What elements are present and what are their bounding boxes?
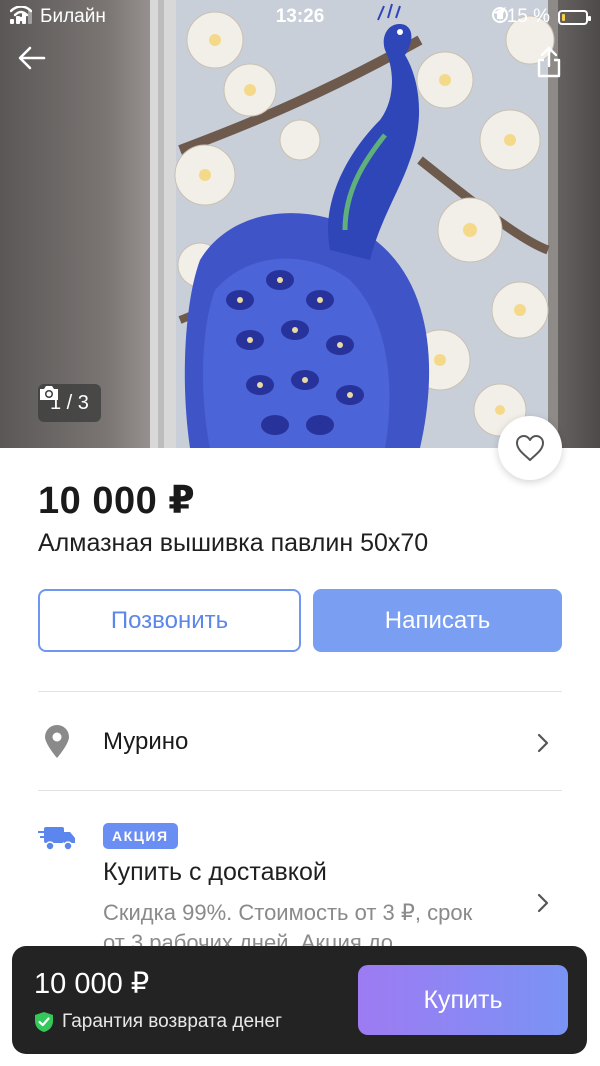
delivery-truck-icon <box>38 827 75 851</box>
location-name: Мурино <box>103 728 189 755</box>
bottom-price: 10 000 ₽ <box>34 968 150 1000</box>
battery-level <box>562 13 565 21</box>
location-row[interactable] <box>0 692 600 790</box>
money-back-guarantee: Гарантия возврата денег <box>34 1011 282 1033</box>
listing-price: 10 000 ₽ <box>38 480 196 522</box>
heart-icon <box>516 435 544 461</box>
location-pin-icon <box>45 725 69 758</box>
chevron-right-icon <box>537 733 549 753</box>
peacock-embroidery-image <box>150 0 558 448</box>
favorite-button[interactable] <box>498 416 562 480</box>
delivery-title: Купить с доставкой <box>103 858 327 886</box>
camera-icon <box>40 386 58 400</box>
back-button[interactable] <box>18 46 62 90</box>
call-button[interactable]: Позвонить <box>38 589 301 652</box>
share-icon <box>537 46 561 78</box>
guarantee-text: Гарантия возврата денег <box>62 1011 283 1032</box>
share-button[interactable] <box>536 46 580 90</box>
shield-check-icon <box>35 1012 53 1032</box>
listing-title: Алмазная вышивка павлин 50х70 <box>38 529 429 557</box>
photo-counter: 1 / 3 <box>38 384 101 422</box>
buy-button[interactable]: Купить <box>358 965 568 1035</box>
bottom-purchase-bar: 10 000 ₽ Гарантия возврата денег Купить <box>12 946 587 1054</box>
battery-percent: 15 % <box>506 6 550 27</box>
back-arrow-icon <box>18 46 46 70</box>
write-button[interactable]: Написать <box>313 589 562 652</box>
battery-icon <box>558 9 591 25</box>
listing-photo[interactable]: Билайн 13:26 15 % 1 / 3 <box>0 0 600 448</box>
promo-badge: АКЦИЯ <box>103 823 178 849</box>
chevron-right-icon <box>537 893 549 913</box>
status-bar: Билайн 13:26 15 % <box>0 0 600 34</box>
